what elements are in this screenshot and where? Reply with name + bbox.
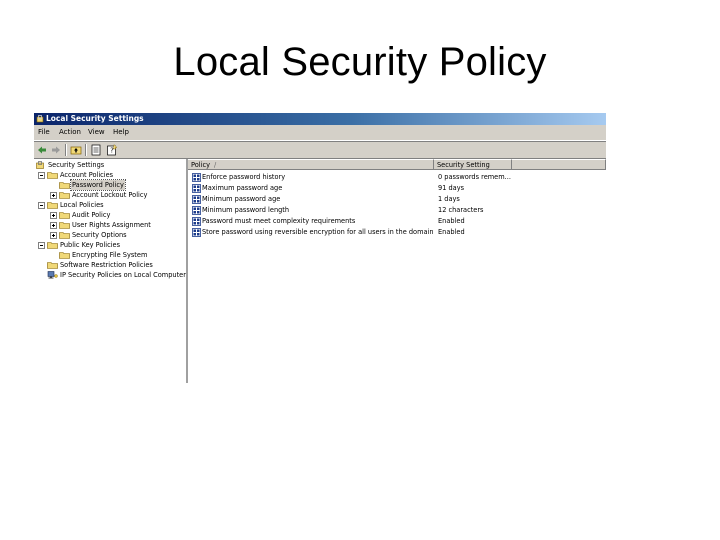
tree-item-security-settings[interactable]: Security Settings [34,160,184,170]
tree-item-local-policies[interactable]: Local Policies [34,200,184,210]
table-row[interactable]: Minimum password length 12 characters [188,205,606,216]
tree-item-label: IP Security Policies on Local Computer [60,271,186,279]
toolbar-separator [85,144,87,156]
ip-security-icon [47,271,58,279]
tree-item-label: Encrypting File System [72,251,148,259]
menu-action[interactable]: Action [59,128,81,137]
tree-item-label: Security Options [72,231,127,239]
toolbar-separator [65,144,67,156]
menu-file[interactable]: File [38,128,50,137]
policy-name: Enforce password history [202,173,286,181]
tree-item-account-policies[interactable]: Account Policies [34,170,184,180]
expand-toggle[interactable] [50,212,57,219]
window-title: Local Security Settings [46,114,144,123]
expand-toggle[interactable] [50,222,57,229]
policy-setting-icon [192,206,201,215]
security-settings-icon [36,161,44,169]
security-setting-value: Enabled [438,228,465,236]
window-titlebar[interactable]: Local Security Settings [34,113,606,125]
tree-item-software-restriction-policies[interactable]: Software Restriction Policies [34,260,184,270]
column-header-empty [512,159,606,170]
policy-list-pane: Policy / Security Setting Enforce passwo… [188,159,606,383]
security-settings-icon [36,115,44,123]
export-list-icon[interactable] [90,144,102,156]
collapse-toggle[interactable] [38,202,45,209]
folder-icon [59,252,70,259]
policy-name: Minimum password length [202,206,290,214]
toolbar: ? [34,141,606,159]
table-row[interactable]: Password must meet complexity requiremen… [188,216,606,227]
tree-pane: Security Settings Account Policies Passw… [34,159,188,383]
folder-icon [47,242,58,249]
policy-setting-icon [192,217,201,226]
tree-item-label: Audit Policy [72,211,111,219]
policy-name: Password must meet complexity requiremen… [202,217,356,225]
column-header-policy[interactable]: Policy / [188,159,434,170]
tree-item-label: Security Settings [48,161,105,169]
security-setting-value: 0 passwords remem... [438,173,511,181]
help-icon[interactable]: ? [106,144,118,156]
policy-name: Maximum password age [202,184,283,192]
folder-icon [47,172,58,179]
policy-name: Minimum password age [202,195,281,203]
policy-setting-icon [192,195,201,204]
slide-title: Local Security Policy [173,40,547,84]
folder-icon [59,182,70,189]
folder-icon [47,262,58,269]
tree-item-ip-security-policies[interactable]: IP Security Policies on Local Computer [34,270,186,280]
forward-arrow-icon[interactable] [50,144,62,156]
tree-item-security-options[interactable]: Security Options [34,230,184,240]
folder-icon [59,232,70,239]
table-row[interactable]: Minimum password age 1 days [188,194,606,205]
local-security-settings-window: Local Security Settings File Action View… [34,113,606,383]
tree-item-account-lockout-policy[interactable]: Account Lockout Policy [34,190,184,200]
menu-view[interactable]: View [88,128,105,137]
tree-item-public-key-policies[interactable]: Public Key Policies [34,240,184,250]
folder-icon [59,192,70,199]
folder-icon [47,202,58,209]
security-setting-value: 12 characters [438,206,484,214]
sort-indicator: / [214,161,217,169]
expand-toggle[interactable] [50,232,57,239]
collapse-toggle[interactable] [38,242,45,249]
collapse-toggle[interactable] [38,172,45,179]
tree-item-label: User Rights Assignment [72,221,151,229]
policy-setting-icon [192,228,201,237]
tree-item-audit-policy[interactable]: Audit Policy [34,210,184,220]
menu-help[interactable]: Help [113,128,129,137]
policy-name: Store password using reversible encrypti… [202,228,434,236]
tree-item-label: Account Lockout Policy [72,191,148,199]
tree-item-label: Public Key Policies [60,241,121,249]
table-row[interactable]: Enforce password history 0 passwords rem… [188,172,606,183]
column-header-label: Policy [191,161,210,169]
tree-item-encrypting-file-system[interactable]: Encrypting File System [34,250,184,260]
tree-item-user-rights-assignment[interactable]: User Rights Assignment [34,220,184,230]
tree-item-label: Account Policies [60,171,114,179]
column-header-security-setting[interactable]: Security Setting [434,159,512,170]
back-arrow-icon[interactable] [36,144,48,156]
policy-setting-icon [192,184,201,193]
expand-toggle[interactable] [50,192,57,199]
table-row[interactable]: Store password using reversible encrypti… [188,227,606,238]
column-header-label: Security Setting [437,161,490,169]
tree-item-label: Software Restriction Policies [60,261,153,269]
menu-bar: File Action View Help [34,125,606,141]
tree-item-label: Local Policies [60,201,104,209]
security-setting-value: 1 days [438,195,460,203]
security-setting-value: Enabled [438,217,465,225]
security-setting-value: 91 days [438,184,465,192]
folder-icon [59,212,70,219]
table-row[interactable]: Maximum password age 91 days [188,183,606,194]
up-folder-icon[interactable] [70,144,82,156]
folder-icon [59,222,70,229]
tree-item-password-policy[interactable]: Password Policy [34,179,184,191]
policy-setting-icon [192,173,201,182]
tree-item-label: Password Policy [70,179,126,191]
